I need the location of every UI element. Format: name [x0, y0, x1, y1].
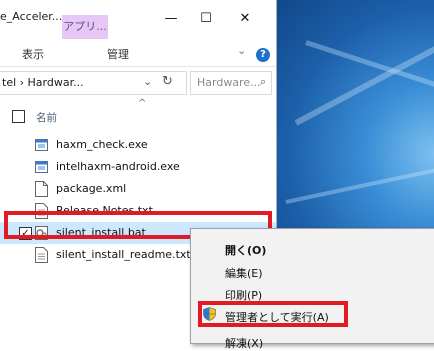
list-item[interactable]: intelhaxm-android.exe: [0, 156, 276, 178]
breadcrumb[interactable]: tel › Hardwar...: [2, 76, 84, 89]
context-menu: 開く(O) 編集(E) 印刷(P) 管理者として実行(A) 解凍(X): [190, 228, 434, 350]
tab-view[interactable]: 表示: [22, 46, 44, 62]
select-all-checkbox[interactable]: [12, 110, 25, 123]
search-icon[interactable]: ⌕: [260, 75, 266, 89]
tab-manage[interactable]: 管理: [107, 46, 129, 62]
sort-ascending-icon: ^: [138, 98, 147, 109]
maximize-button[interactable]: ☐: [189, 8, 223, 30]
minimize-button[interactable]: —: [154, 8, 188, 30]
column-header-name[interactable]: 名前: [36, 110, 57, 125]
file-name: intelhaxm-android.exe: [56, 160, 180, 173]
file-name: silent_install_readme.txt: [56, 248, 191, 261]
menu-item-extract[interactable]: 解凍(X): [225, 335, 263, 351]
chevron-down-icon[interactable]: ⌄: [143, 75, 152, 88]
list-item[interactable]: haxm_check.exe: [0, 134, 276, 156]
tab-app-tools[interactable]: アプリ...: [62, 15, 108, 39]
highlight-frame: [198, 301, 348, 327]
search-input[interactable]: Hardware... ⌕: [190, 71, 272, 95]
chevron-down-icon[interactable]: ⌄: [237, 44, 246, 57]
file-name: haxm_check.exe: [56, 138, 148, 151]
exe-icon: [35, 139, 48, 151]
txt-file-icon: [35, 247, 48, 263]
ribbon-tabs: 表示 管理 ⌄ ?: [0, 40, 276, 67]
search-placeholder: Hardware...: [197, 76, 261, 89]
menu-item-edit[interactable]: 編集(E): [225, 265, 263, 281]
light-beam: [294, 45, 434, 126]
xml-file-icon: [35, 181, 48, 197]
title-bar[interactable]: e_Acceler... アプリ... — ☐ ✕: [0, 0, 276, 39]
list-item[interactable]: package.xml: [0, 178, 276, 200]
window-title: e_Acceler...: [0, 10, 63, 23]
help-icon[interactable]: ?: [256, 48, 270, 62]
menu-item-open[interactable]: 開く(O): [225, 242, 266, 258]
refresh-icon[interactable]: ↻: [162, 74, 173, 89]
address-bar[interactable]: tel › Hardwar... ⌄ ↻: [0, 71, 187, 95]
light-beam: [285, 164, 434, 204]
close-button[interactable]: ✕: [228, 8, 262, 30]
exe-icon: [35, 161, 48, 173]
file-name: package.xml: [56, 182, 127, 195]
